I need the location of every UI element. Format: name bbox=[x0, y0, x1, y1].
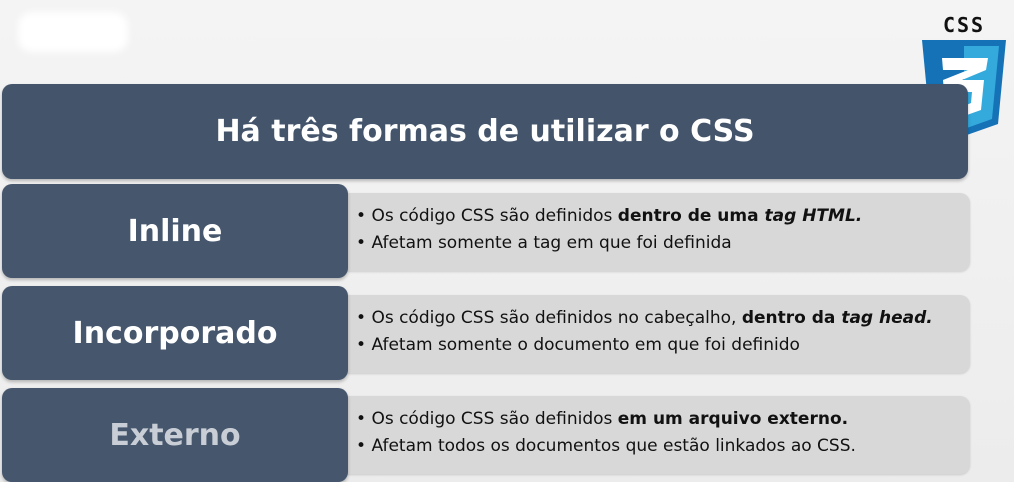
description-box: • Os código CSS são definidos no cabeçal… bbox=[346, 295, 970, 373]
label-externo: Externo bbox=[2, 388, 348, 482]
description-line-1: • Os código CSS são definidos em um arqu… bbox=[356, 409, 849, 429]
description-line-2: • Afetam somente a tag em que foi defini… bbox=[356, 233, 732, 253]
description-line-1: • Os código CSS são definidos dentro de … bbox=[356, 206, 863, 226]
description-line-2: • Afetam todos os documentos que estão l… bbox=[356, 436, 856, 456]
bullet: • bbox=[356, 206, 367, 226]
bullet: • bbox=[356, 308, 367, 328]
blurred-watermark bbox=[18, 12, 128, 52]
label-incorporado: Incorporado bbox=[2, 286, 348, 380]
bullet: • bbox=[356, 335, 367, 355]
description-box: • Os código CSS são definidos dentro de … bbox=[346, 193, 970, 271]
bullet: • bbox=[356, 436, 367, 456]
page-title: Há três formas de utilizar o CSS bbox=[215, 114, 755, 149]
description-line-1: • Os código CSS são definidos no cabeçal… bbox=[356, 308, 933, 328]
description-line-2: • Afetam somente o documento em que foi … bbox=[356, 335, 800, 355]
title-banner: Há três formas de utilizar o CSS bbox=[2, 84, 968, 179]
logo-text: CSS bbox=[943, 14, 985, 37]
bullet: • bbox=[356, 233, 367, 253]
label-inline: Inline bbox=[2, 184, 348, 278]
description-box: • Os código CSS são definidos em um arqu… bbox=[346, 396, 970, 474]
bullet: • bbox=[356, 409, 367, 429]
